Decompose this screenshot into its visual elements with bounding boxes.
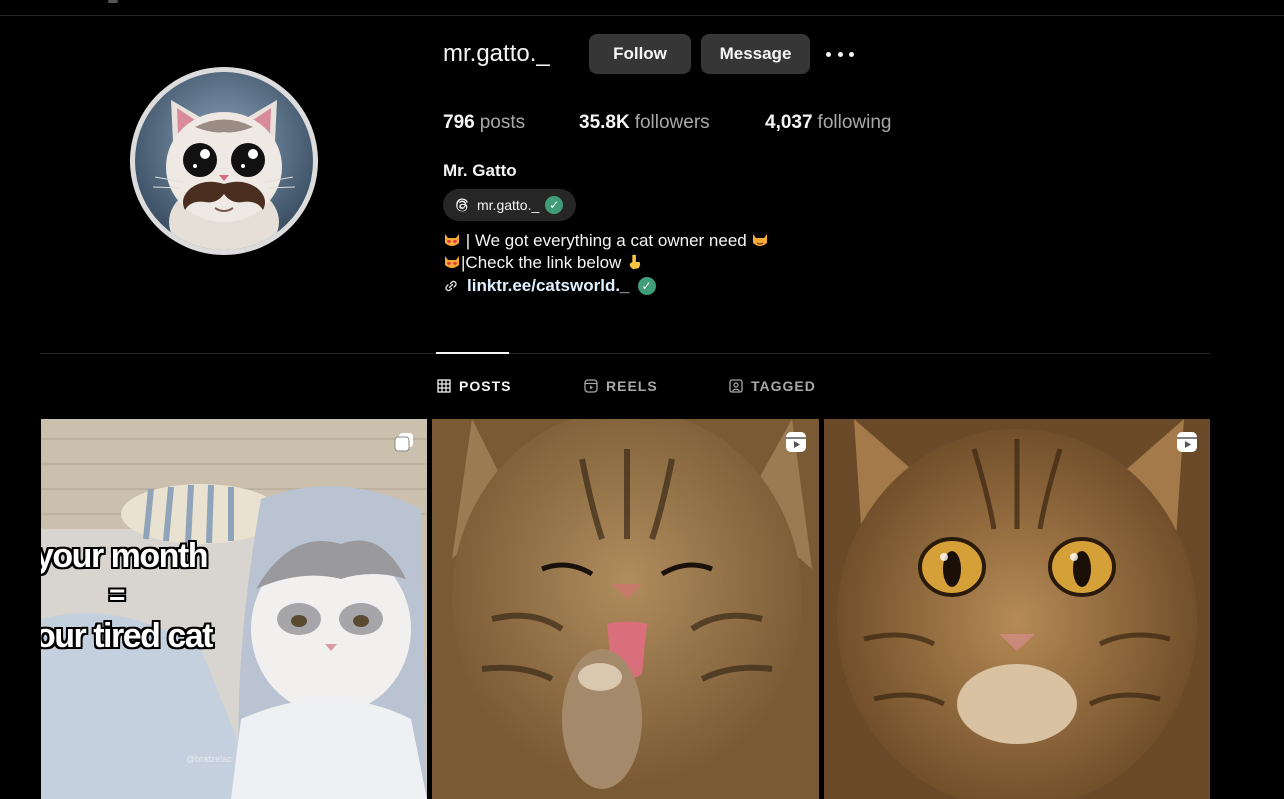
follow-button[interactable]: Follow — [589, 34, 691, 74]
reel-badge-icon — [785, 431, 807, 453]
threads-icon — [456, 198, 468, 212]
tabby-licking-paw-photo — [432, 419, 819, 799]
tab-tagged[interactable]: TAGGED — [729, 378, 816, 394]
posts-count-value: 796 — [443, 112, 475, 133]
bio-line-2: |Check the link below — [443, 253, 644, 273]
bio-line-2-text: |Check the link below — [461, 253, 622, 272]
post-thumbnail[interactable] — [432, 419, 819, 799]
following-count-value: 4,037 — [765, 112, 813, 133]
post-overlay-line-3: our tired cat — [41, 617, 213, 655]
cat-mustache-avatar-illustration — [152, 100, 296, 250]
pointing-down-emoji-icon — [629, 254, 641, 270]
verified-icon: ✓ — [545, 196, 564, 214]
tab-tagged-label: TAGGED — [751, 378, 816, 394]
posts-count-label: posts — [479, 112, 526, 133]
active-tab-indicator — [436, 352, 509, 354]
profile-avatar[interactable] — [130, 67, 318, 255]
following-count-label: following — [817, 112, 892, 133]
followers-count[interactable]: 35.8K followers — [579, 112, 710, 134]
post-thumbnail[interactable] — [824, 419, 1210, 799]
threads-handle: mr.gatto._ — [477, 197, 540, 213]
posts-count: 796 posts — [443, 112, 525, 134]
bio-link[interactable]: linktr.ee/catsworld._ ✓ — [443, 276, 656, 296]
tab-posts[interactable]: POSTS — [437, 378, 511, 394]
post-overlay-line-1: your month — [41, 537, 208, 575]
tagged-icon — [729, 379, 743, 393]
post-overlay-line-2: = — [109, 579, 125, 610]
verified-icon: ✓ — [637, 277, 656, 295]
carousel-icon — [393, 431, 415, 453]
tab-reels-label: REELS — [606, 378, 658, 394]
bio-line-1: | We got everything a cat owner need — [443, 231, 769, 251]
cat-smile-emoji-icon — [753, 234, 768, 246]
link-icon — [445, 280, 457, 292]
following-count[interactable]: 4,037 following — [765, 112, 891, 134]
top-bar-edge — [0, 0, 1284, 16]
followers-count-value: 35.8K — [579, 112, 630, 133]
post-thumbnail[interactable]: your month = our tired cat @bratzelac — [41, 419, 427, 799]
profile-username: mr.gatto._ — [443, 40, 550, 67]
bio-link-text: linktr.ee/catsworld._ — [467, 276, 630, 295]
tabby-close-up-photo — [824, 419, 1210, 799]
tab-posts-label: POSTS — [459, 378, 512, 394]
grid-icon — [437, 379, 451, 393]
profile-display-name: Mr. Gatto — [443, 161, 517, 180]
message-button[interactable]: Message — [701, 34, 810, 74]
reel-badge-icon — [1176, 431, 1198, 453]
post-watermark: @bratzelac — [186, 754, 232, 764]
reels-icon — [584, 379, 598, 393]
cat-heart-eyes-emoji-icon — [445, 234, 459, 246]
tired-cat-photo — [41, 419, 427, 799]
more-options-icon[interactable] — [826, 47, 854, 61]
top-bar-fragment — [108, 0, 118, 3]
tab-reels[interactable]: REELS — [584, 378, 658, 394]
followers-count-label: followers — [634, 112, 710, 133]
bio-line-1-text: | We got everything a cat owner need — [465, 231, 747, 250]
cat-heart-eyes-emoji-icon — [445, 256, 459, 268]
avatar-image — [135, 72, 313, 250]
tabs-divider — [40, 353, 1210, 354]
threads-badge[interactable]: mr.gatto._ ✓ — [443, 189, 576, 221]
